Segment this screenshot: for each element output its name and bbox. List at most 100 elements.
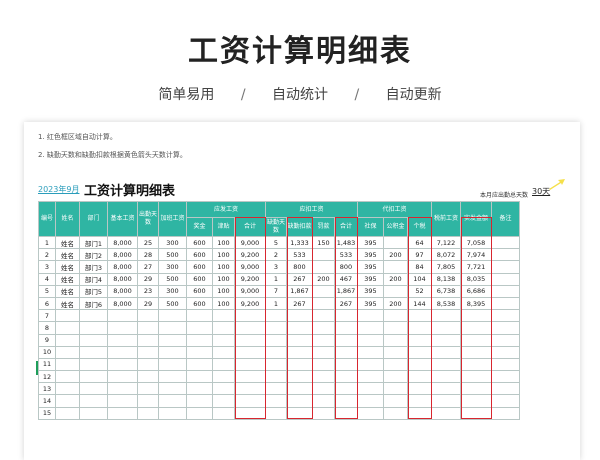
cell-pay-total[interactable]	[234, 406, 266, 420]
cell-social[interactable]	[357, 394, 384, 408]
cell-remark[interactable]	[491, 321, 520, 335]
cell-bonus[interactable]: 600	[186, 248, 213, 262]
cell-attend[interactable]	[137, 370, 159, 384]
cell-bonus[interactable]	[186, 406, 213, 420]
cell-allowance[interactable]: 100	[212, 272, 235, 286]
cell-no[interactable]: 9	[38, 333, 56, 347]
cell-pay-total[interactable]	[234, 394, 266, 408]
cell-dept[interactable]	[79, 345, 108, 359]
cell-base[interactable]	[107, 357, 138, 372]
cell-allowance[interactable]	[212, 357, 235, 372]
cell-dept[interactable]: 部门3	[79, 260, 108, 274]
cell-taxable[interactable]	[431, 321, 461, 335]
cell-base[interactable]	[107, 370, 138, 384]
cell-bonus[interactable]	[186, 309, 213, 323]
cell-attend[interactable]	[137, 357, 159, 372]
cell-attend[interactable]: 27	[137, 260, 159, 274]
cell-dept[interactable]	[79, 309, 108, 323]
cell-allowance[interactable]: 100	[212, 284, 235, 298]
cell-fine[interactable]	[312, 345, 335, 359]
cell-absent-deduct[interactable]	[286, 394, 313, 408]
cell-remark[interactable]	[491, 382, 520, 396]
cell-net[interactable]	[460, 394, 492, 408]
cell-absent-days[interactable]	[265, 345, 287, 359]
cell-social[interactable]	[357, 333, 384, 347]
cell-base[interactable]	[107, 394, 138, 408]
cell-base[interactable]	[107, 321, 138, 335]
cell-tax[interactable]	[407, 309, 432, 323]
cell-social[interactable]	[357, 309, 384, 323]
cell-absent-days[interactable]	[265, 406, 287, 420]
cell-remark[interactable]	[491, 248, 520, 262]
cell-fine[interactable]: 200	[312, 272, 335, 286]
cell-dept[interactable]: 部门1	[79, 235, 108, 250]
cell-fund[interactable]	[383, 321, 408, 335]
cell-name[interactable]: 姓名	[55, 235, 80, 250]
cell-social[interactable]: 395	[357, 296, 384, 311]
cell-name[interactable]	[55, 321, 80, 335]
cell-bonus[interactable]: 600	[186, 235, 213, 250]
cell-dept[interactable]	[79, 394, 108, 408]
cell-absent-deduct[interactable]	[286, 345, 313, 359]
cell-name[interactable]	[55, 370, 80, 384]
cell-overtime[interactable]	[158, 382, 187, 396]
cell-remark[interactable]	[491, 260, 520, 274]
cell-attend[interactable]	[137, 406, 159, 420]
cell-fund[interactable]	[383, 235, 408, 250]
cell-absent-days[interactable]	[265, 321, 287, 335]
cell-dept[interactable]	[79, 406, 108, 420]
cell-pay-total[interactable]	[234, 370, 266, 384]
cell-overtime[interactable]	[158, 406, 187, 420]
cell-allowance[interactable]	[212, 333, 235, 347]
cell-name[interactable]	[55, 394, 80, 408]
cell-absent-deduct[interactable]	[286, 309, 313, 323]
cell-remark[interactable]	[491, 406, 520, 420]
cell-overtime[interactable]: 500	[158, 272, 187, 286]
cell-fund[interactable]	[383, 406, 408, 420]
cell-absent-days[interactable]	[265, 382, 287, 396]
cell-absent-deduct[interactable]	[286, 321, 313, 335]
cell-absent-days[interactable]	[265, 333, 287, 347]
cell-remark[interactable]	[491, 357, 520, 372]
cell-name[interactable]	[55, 345, 80, 359]
cell-taxable[interactable]	[431, 382, 461, 396]
cell-absent-days[interactable]	[265, 370, 287, 384]
cell-dept[interactable]	[79, 382, 108, 396]
cell-net[interactable]	[460, 309, 492, 323]
cell-fine[interactable]: 150	[312, 235, 335, 250]
cell-base[interactable]: 8,000	[107, 235, 138, 250]
cell-social[interactable]	[357, 345, 384, 359]
cell-deduct-total[interactable]	[334, 357, 358, 372]
cell-fund[interactable]: 200	[383, 248, 408, 262]
cell-taxable[interactable]	[431, 406, 461, 420]
cell-bonus[interactable]	[186, 321, 213, 335]
cell-social[interactable]: 395	[357, 272, 384, 286]
cell-net[interactable]	[460, 345, 492, 359]
cell-fine[interactable]	[312, 296, 335, 311]
cell-attend[interactable]: 23	[137, 284, 159, 298]
cell-base[interactable]: 8,000	[107, 248, 138, 262]
cell-social[interactable]: 395	[357, 235, 384, 250]
cell-no[interactable]: 15	[38, 406, 56, 420]
cell-base[interactable]	[107, 406, 138, 420]
cell-dept[interactable]: 部门4	[79, 272, 108, 286]
cell-absent-days[interactable]	[265, 394, 287, 408]
cell-pay-total[interactable]	[234, 321, 266, 335]
cell-base[interactable]	[107, 309, 138, 323]
cell-social[interactable]: 395	[357, 284, 384, 298]
cell-social[interactable]	[357, 382, 384, 396]
cell-attend[interactable]: 29	[137, 296, 159, 311]
cell-remark[interactable]	[491, 370, 520, 384]
cell-no[interactable]: 11	[38, 357, 56, 372]
cell-no[interactable]: 7	[38, 309, 56, 323]
cell-allowance[interactable]	[212, 321, 235, 335]
cell-overtime[interactable]: 300	[158, 284, 187, 298]
cell-net[interactable]	[460, 321, 492, 335]
cell-tax[interactable]	[407, 394, 432, 408]
cell-attend[interactable]	[137, 394, 159, 408]
cell-pay-total[interactable]	[234, 382, 266, 396]
cell-pay-total[interactable]	[234, 357, 266, 372]
cell-absent-days[interactable]	[265, 357, 287, 372]
cell-deduct-total[interactable]	[334, 309, 358, 323]
cell-overtime[interactable]: 300	[158, 235, 187, 250]
